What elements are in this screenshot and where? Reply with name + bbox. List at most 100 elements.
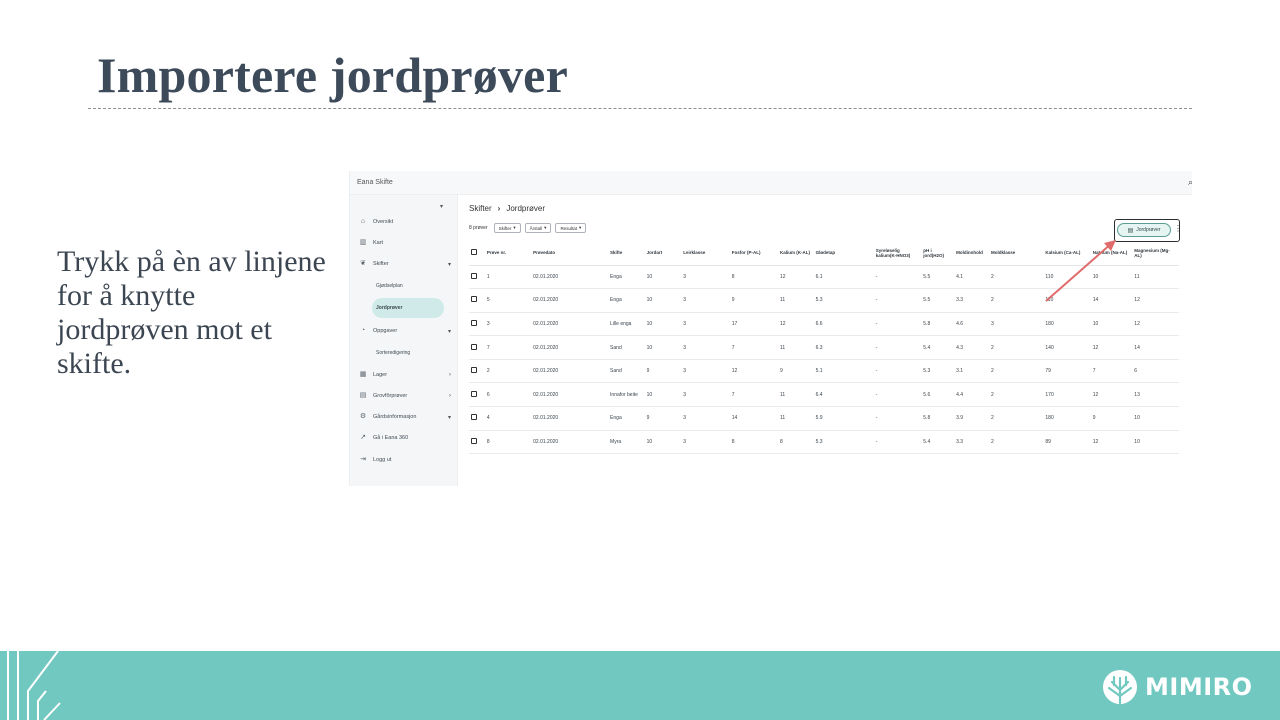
table-cell: 170 [1043, 382, 1091, 408]
table-cell: 5.8 [921, 312, 955, 337]
column-header[interactable]: Magnesium (Mg-AL) [1132, 241, 1179, 266]
table-cell: - [873, 288, 922, 313]
filter-skifter[interactable]: Skifter ▾ [493, 223, 521, 233]
table-cell: 7 [729, 382, 778, 408]
row-checkbox[interactable] [469, 335, 485, 360]
farm-select-caret-icon[interactable]: ▾ [440, 203, 443, 210]
breadcrumb-separator: › [497, 204, 501, 213]
table-cell: 8 [729, 265, 778, 290]
table-cell: - [873, 430, 922, 455]
table-cell: 02.01.2020 [531, 359, 609, 384]
table-cell: 10 [644, 312, 682, 337]
sidebar-item-label: Kart [373, 240, 384, 246]
sidebar-item-label: Lager [373, 372, 388, 378]
table-cell: 6 [1132, 359, 1179, 384]
table-cell: 5.4 [921, 430, 955, 455]
column-header[interactable]: Leirklasse [681, 241, 730, 266]
sidebar-item[interactable]: ▦ Lager › [359, 368, 451, 382]
sidebar-item-label: Gjødselplan [376, 283, 403, 289]
table-cell: 3 [681, 312, 730, 337]
sidebar-item[interactable]: Gjødselplan [372, 279, 444, 293]
sidebar-item[interactable]: Sorteredigering [372, 346, 444, 360]
table-cell: 3 [681, 288, 730, 313]
row-checkbox[interactable] [469, 265, 485, 290]
table-row[interactable]: 4 02.01.2020 Enga 9 3 14 11 5.9-5.8 3.9 2 180 9 10 [469, 406, 1179, 431]
table-row[interactable]: 3 02.01.2020 Lille enga 10 3 17 12 6.6-5.8 4.6 3 1… [469, 312, 1179, 337]
sidebar-item-label: Jordprøver [376, 305, 403, 311]
table-cell: 2 [989, 382, 1044, 408]
table-cell: 10 [1132, 430, 1179, 455]
table-cell: 2 [989, 406, 1044, 431]
title-divider [88, 108, 1192, 109]
sidebar-item[interactable]: ◔ Oppgaver ▾ [359, 324, 451, 338]
column-header[interactable]: Moldklasse [989, 241, 1044, 266]
import-jordprover-button[interactable]: ▤ Jordprøver [1117, 223, 1171, 237]
table-cell: Enga [608, 288, 645, 313]
sidebar-item-label: Sorteredigering [376, 350, 411, 356]
sidebar-item[interactable]: ❦ Skifter ▾ [359, 257, 451, 271]
table-cell: 02.01.2020 [531, 382, 609, 408]
breadcrumb-skifter[interactable]: Skifter [469, 204, 492, 213]
column-header[interactable]: pH i jord(H2O) [921, 241, 955, 266]
sidebar-item[interactable]: ⚙ Gårdsinformasjon ▾ [359, 410, 451, 424]
filter-arstall[interactable]: Årstall ▾ [524, 223, 552, 233]
search-icon[interactable]: ⌕ [1188, 177, 1192, 188]
more-options-icon[interactable]: ⋮ [1174, 225, 1182, 233]
column-header[interactable]: Skifte [608, 241, 645, 266]
sidebar-item-label: Oppgaver [373, 328, 398, 334]
sidebar-item[interactable]: ↗ Gå i Eana 360 [359, 431, 451, 445]
table-cell: - [873, 359, 922, 384]
table-row[interactable]: 2 02.01.2020 Sand 9 3 12 9 5.1-5.3 3.1 2 79 7 6 [469, 359, 1179, 384]
table-row[interactable]: 6 02.01.2020 Innafor beite 10 3 7 11 6.4-5.6 4.4… [469, 382, 1179, 408]
table-cell: 5.5 [921, 265, 955, 290]
table-cell: - [873, 335, 922, 360]
sidebar-item-label: Logg ut [373, 457, 392, 463]
row-checkbox[interactable] [469, 406, 485, 431]
instruction-text: Trykk på èn av linjene for å knytte jord… [57, 245, 326, 380]
table-cell: 8 [484, 430, 532, 455]
column-header[interactable]: Moldinnhold [954, 241, 989, 266]
select-all-checkbox[interactable] [469, 241, 485, 266]
table-cell: 9 [778, 359, 814, 384]
table-row[interactable]: 8 02.01.2020 Myra 10 3 8 8 5.3-5.4 3.3 2 89 12 10 [469, 430, 1179, 455]
table-cell: 5.9 [813, 406, 874, 431]
filter-resultat[interactable]: Resultat ▾ [555, 223, 587, 233]
table-cell: 02.01.2020 [531, 406, 609, 431]
column-header[interactable]: Fosfor (P-AL) [729, 241, 778, 266]
row-checkbox[interactable] [469, 382, 485, 408]
logout-icon: ⇥ [360, 456, 366, 463]
table-cell: 2 [989, 335, 1044, 360]
table-cell: 6.4 [813, 382, 874, 408]
column-header[interactable]: Syreløselig kalium(K-HNO3) [873, 241, 922, 266]
sidebar-item[interactable]: ▥ Kart [359, 236, 451, 250]
column-header[interactable]: Prøve nr. [484, 241, 532, 266]
table-cell: 7 [484, 335, 532, 360]
chevron-icon: ▾ [447, 414, 451, 421]
row-checkbox[interactable] [469, 312, 485, 337]
row-checkbox[interactable] [469, 430, 485, 455]
column-header[interactable]: Kalium (K-AL) [778, 241, 814, 266]
table-cell: 2 [989, 430, 1044, 455]
column-header[interactable]: Glødetap [813, 241, 874, 266]
table-cell: 10 [644, 430, 682, 455]
table-cell: 02.01.2020 [531, 335, 609, 360]
table-cell: 5.3 [921, 359, 955, 384]
chevron-down-icon: ▾ [544, 225, 547, 230]
chevron-down-icon: ▾ [513, 225, 516, 230]
row-checkbox[interactable] [469, 288, 485, 313]
table-cell: 5.1 [813, 359, 874, 384]
sidebar-item[interactable]: Jordprøver [372, 298, 444, 318]
table-row[interactable]: 7 02.01.2020 Sand 10 3 7 11 6.3-5.4 4.3 2 140 12 14 [469, 335, 1179, 360]
column-header[interactable]: Jordart [644, 241, 682, 266]
table-cell: - [873, 406, 922, 431]
table-cell: 7 [1090, 359, 1133, 384]
table-cell: 5.3 [813, 430, 874, 455]
footer-band [0, 651, 1280, 720]
column-header[interactable]: Prøvedato [531, 241, 609, 266]
row-checkbox[interactable] [469, 359, 485, 384]
sidebar-item[interactable]: ⌂ Oversikt [359, 215, 451, 229]
table-cell: 180 [1043, 312, 1091, 337]
chevron-icon: ▾ [447, 261, 451, 268]
sidebar-item[interactable]: ⇥ Logg ut [359, 453, 451, 467]
sidebar-item[interactable]: ▤ Grovfôrprøver › [359, 389, 451, 403]
